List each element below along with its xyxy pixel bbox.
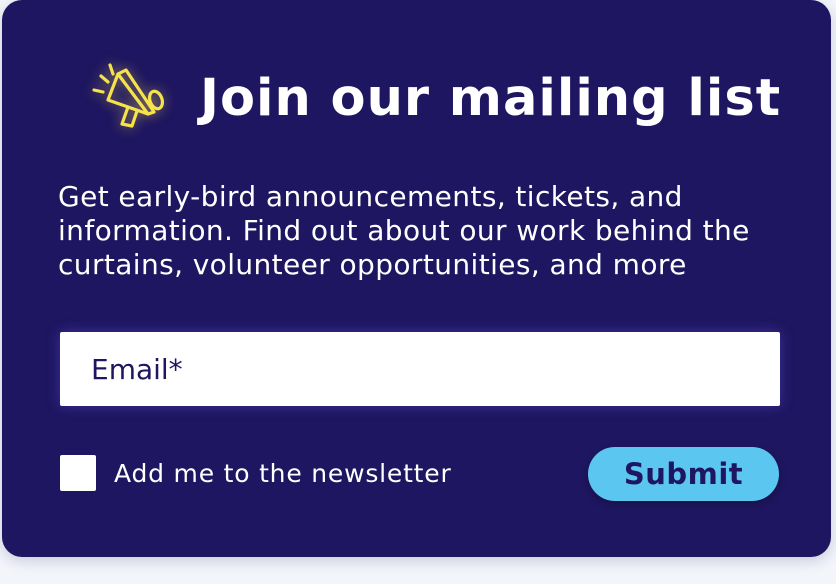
email-field[interactable] [60,332,780,406]
newsletter-checkbox[interactable] [60,455,96,491]
newsletter-option[interactable]: Add me to the newsletter [60,455,452,491]
page-title: Join our mailing list [200,68,782,128]
card-header: Join our mailing list [88,52,781,144]
submit-button[interactable]: Submit [588,447,779,501]
newsletter-checkbox-label: Add me to the newsletter [114,458,452,488]
megaphone-icon [92,63,165,128]
signup-description: Get early-bird announcements, tickets, a… [58,180,750,281]
